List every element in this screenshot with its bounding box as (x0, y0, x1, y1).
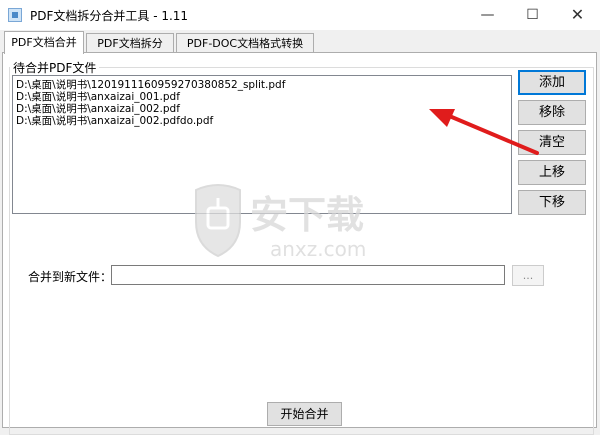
watermark-url: anxz.com (270, 237, 366, 260)
group-legend: 待合并PDF文件 (10, 59, 100, 76)
add-button[interactable]: 添加 (518, 70, 586, 95)
close-button[interactable]: ✕ (555, 0, 600, 30)
watermark-logo: 安下载 anxz.com (195, 184, 366, 260)
annotation-arrow-icon (429, 109, 539, 155)
shield-icon (195, 184, 241, 258)
tab-pdf-merge[interactable]: PDF文档合并 (4, 31, 84, 54)
minimize-button[interactable]: — (465, 0, 510, 30)
tab-pdf-doc-convert[interactable]: PDF-DOC文档格式转换 (176, 33, 314, 53)
list-item[interactable]: D:\桌面\说明书\1201911160959270380852_split.p… (16, 79, 508, 91)
start-merge-button[interactable]: 开始合并 (267, 402, 342, 426)
merge-output-label: 合并到新文件： (28, 270, 113, 284)
merge-output-input[interactable] (111, 265, 505, 285)
title-bar: PDF文档拆分合并工具 - 1.11 — ☐ ✕ (0, 0, 600, 30)
browse-button[interactable]: ... (512, 265, 544, 286)
watermark-title: 安下载 (250, 193, 364, 237)
maximize-button[interactable]: ☐ (510, 0, 555, 30)
tab-pdf-split[interactable]: PDF文档拆分 (86, 33, 174, 53)
window-title: PDF文档拆分合并工具 - 1.11 (30, 9, 189, 23)
app-icon (8, 8, 22, 22)
list-item[interactable]: D:\桌面\说明书\anxaizai_001.pdf (16, 91, 508, 103)
move-down-button[interactable]: 下移 (518, 190, 586, 215)
